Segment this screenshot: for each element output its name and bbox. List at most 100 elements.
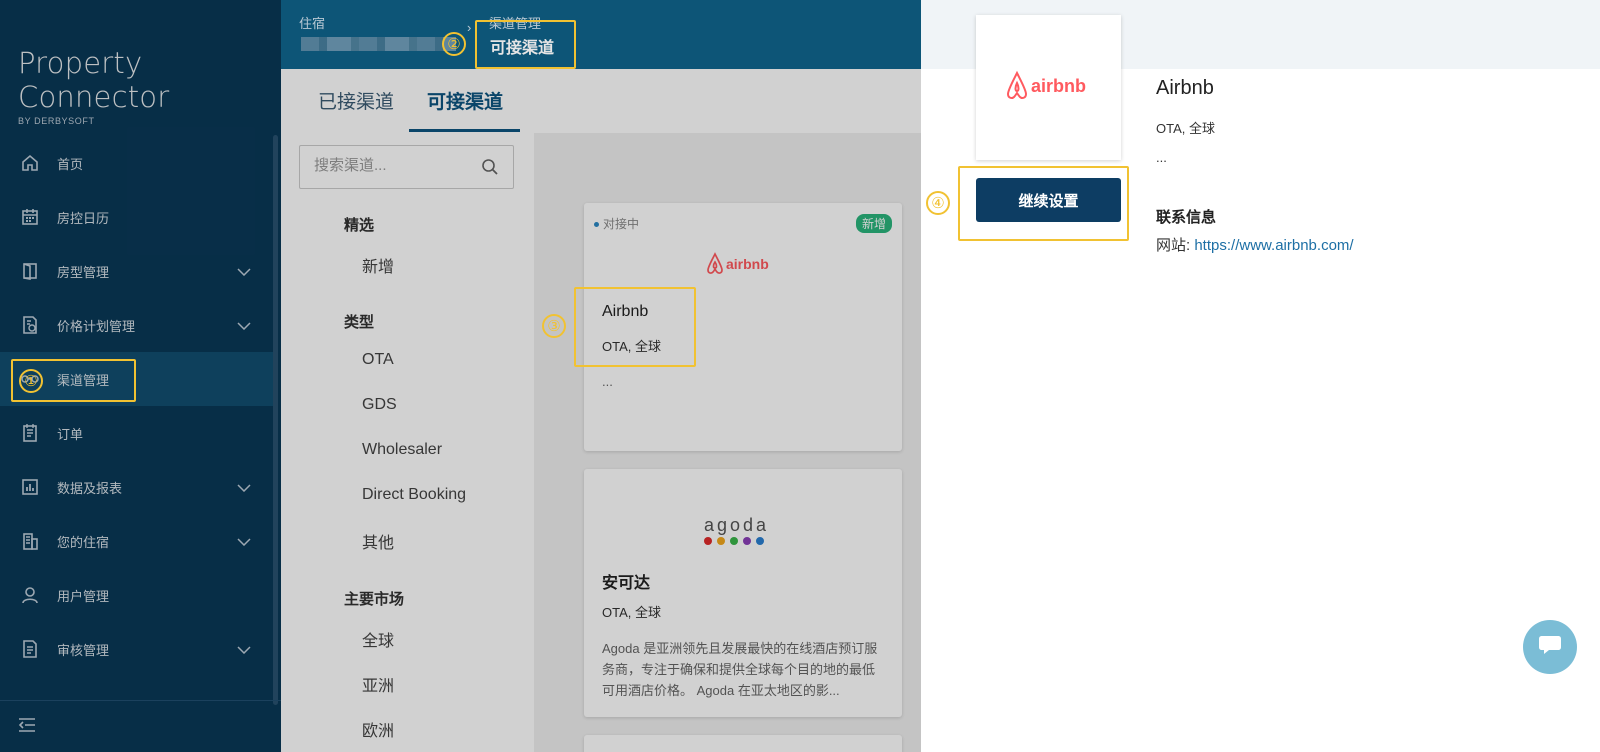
svg-text:airbnb: airbnb (1031, 76, 1086, 96)
tab-available[interactable]: 可接渠道 (427, 87, 503, 114)
svg-text:agoda: agoda (704, 515, 769, 535)
filter-option-wholesaler[interactable]: Wholesaler (362, 441, 442, 459)
continue-setup-button[interactable]: 继续设置 (976, 178, 1121, 222)
sidebar-item-label: 数据及报表 (57, 480, 123, 496)
user-icon (20, 585, 40, 605)
filter-option-asia[interactable]: 亚洲 (362, 672, 394, 696)
chevron-down-icon[interactable] (237, 534, 251, 549)
channel-card-airbnb[interactable]: 对接中 新增 airbnb Airbnb OTA, 全球 ... (584, 203, 902, 451)
channel-description: Agoda 是亚洲领先且发展最快的在线酒店预订服务商，专注于确保和提供全球每个目… (602, 641, 878, 698)
channel-description: ... (602, 374, 613, 389)
website-label: 网站: (1156, 237, 1195, 254)
audit-icon (20, 639, 40, 659)
channel-name: Airbnb (602, 303, 649, 320)
sidebar-item-home[interactable]: 首页 (0, 136, 273, 190)
top-bar: 住宿 › 渠道管理 可接渠道 (281, 0, 921, 69)
annotation-number-1: ① (19, 369, 43, 393)
breadcrumb-redacted (301, 37, 456, 51)
website-link[interactable]: https://www.airbnb.com/ (1194, 237, 1353, 254)
contact-info-heading: 联系信息 (1156, 209, 1217, 226)
sidebar-item-label: 房控日历 (57, 210, 110, 226)
sidebar-item-users[interactable]: 用户管理 (0, 568, 273, 622)
new-badge: 新增 (855, 214, 892, 233)
search-box (299, 145, 514, 189)
status-dot (594, 222, 599, 228)
tab-connected[interactable]: 已接渠道 (318, 87, 394, 114)
annotation-number-4: ④ (926, 191, 950, 215)
sidebar-item-calendar[interactable]: 房控日历 (0, 190, 273, 244)
search-input[interactable] (314, 157, 474, 174)
sidebar-item-label: 价格计划管理 (57, 318, 136, 334)
main-content: 已接渠道 可接渠道 精选 新增 类型 OTA GDS Wholesaler Di… (281, 69, 921, 752)
door-icon (20, 261, 40, 281)
sidebar-item-label: 渠道管理 (57, 372, 110, 388)
filter-option-direct-booking[interactable]: Direct Booking (362, 486, 466, 504)
detail-channel-description: ... (1156, 150, 1167, 165)
channel-meta: OTA, 全球 (602, 605, 661, 620)
airbnb-logo: airbnb (705, 251, 777, 282)
sidebar-item-reports[interactable]: 数据及报表 (0, 460, 273, 514)
building-icon (20, 531, 40, 551)
chevron-down-icon[interactable] (237, 264, 251, 279)
svg-text:airbnb: airbnb (726, 256, 769, 272)
filter-heading-featured: 精选 (344, 217, 375, 234)
sidebar-item-label: 首页 (57, 156, 84, 172)
filter-panel: 精选 新增 类型 OTA GDS Wholesaler Direct Booki… (281, 133, 534, 752)
sidebar-item-label: 订单 (57, 426, 84, 442)
order-icon (20, 423, 40, 443)
channel-card-next[interactable] (584, 735, 902, 752)
filter-heading-market: 主要市场 (344, 591, 405, 608)
channel-card-agoda[interactable]: agoda 安可达 OTA, 全球 Agoda 是亚洲领先且发展最快的在线酒店预… (584, 469, 902, 717)
breadcrumb-middle[interactable]: 渠道管理 (489, 13, 541, 32)
brand-logo[interactable]: Property Connector BY DERBYSOFT (18, 46, 281, 126)
collapse-menu-icon[interactable] (18, 717, 36, 738)
sidebar-scrollbar[interactable] (273, 135, 278, 705)
sidebar-nav: 首页 房控日历 房型管理 价格计划管理 渠道管理 订单 数据及报表 您的住宿 用… (0, 136, 273, 676)
sidebar-item-label: 您的住宿 (57, 534, 110, 550)
sidebar-item-label: 房型管理 (57, 264, 110, 280)
filter-option-gds[interactable]: GDS (362, 396, 397, 414)
detail-channel-name: Airbnb (1156, 77, 1214, 99)
chevron-down-icon[interactable] (237, 318, 251, 333)
sidebar-item-orders[interactable]: 订单 (0, 406, 273, 460)
detail-logo-box: airbnb (976, 15, 1121, 160)
chat-button[interactable] (1523, 620, 1577, 674)
sidebar-item-room-types[interactable]: 房型管理 (0, 244, 273, 298)
annotation-number-3: ③ (542, 314, 566, 338)
channel-meta: OTA, 全球 (602, 339, 661, 354)
chat-bubble-icon (1538, 634, 1562, 661)
chevron-down-icon[interactable] (237, 642, 251, 657)
filter-option-ota[interactable]: OTA (362, 351, 394, 369)
chart-icon (20, 477, 40, 497)
filter-option-new[interactable]: 新增 (362, 253, 394, 277)
tab-active-indicator (409, 129, 520, 132)
chevron-down-icon[interactable] (237, 480, 251, 495)
agoda-logo: agoda (702, 515, 782, 554)
annotation-number-2: ② (442, 32, 466, 56)
channel-detail-panel: airbnb Airbnb OTA, 全球 ... 继续设置 联系信息 网站: … (921, 0, 1600, 752)
search-icon[interactable] (481, 158, 499, 181)
breadcrumb-separator: › (467, 20, 472, 35)
channel-name: 安可达 (602, 575, 651, 592)
sidebar-item-label: 审核管理 (57, 642, 110, 658)
breadcrumb-parent[interactable]: 住宿 (299, 13, 325, 32)
home-icon (20, 153, 40, 173)
price-doc-icon (20, 315, 40, 335)
filter-option-europe[interactable]: 欧洲 (362, 717, 394, 741)
calendar-icon (20, 207, 40, 227)
sidebar-item-property[interactable]: 您的住宿 (0, 514, 273, 568)
status-text: 对接中 (603, 217, 640, 231)
channel-tabs: 已接渠道 可接渠道 (281, 69, 921, 133)
filter-heading-type: 类型 (344, 314, 375, 331)
sidebar-item-label: 用户管理 (57, 588, 110, 604)
sidebar-item-audit[interactable]: 审核管理 (0, 622, 273, 676)
filter-option-other[interactable]: 其他 (362, 529, 394, 553)
brand-name: Property Connector (18, 46, 170, 114)
filter-option-global[interactable]: 全球 (362, 627, 394, 651)
detail-channel-meta: OTA, 全球 (1156, 121, 1215, 136)
sidebar-footer (0, 700, 281, 752)
sidebar-item-rate-plans[interactable]: 价格计划管理 (0, 298, 273, 352)
status-label: 对接中 (594, 215, 639, 232)
brand-byline: BY DERBYSOFT (18, 116, 95, 126)
channel-card-list: 对接中 新增 airbnb Airbnb OTA, 全球 ... agoda 安… (534, 133, 921, 752)
